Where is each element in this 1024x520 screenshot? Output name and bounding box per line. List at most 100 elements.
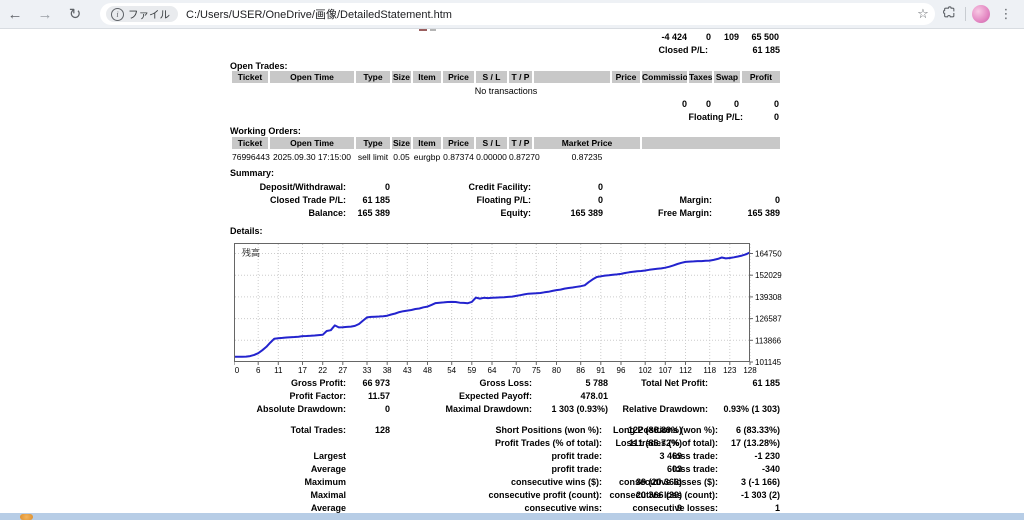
reload-icon[interactable]: ↻ bbox=[60, 0, 90, 28]
svg-text:112: 112 bbox=[679, 366, 692, 375]
svg-text:70: 70 bbox=[512, 366, 521, 375]
floating-pl-value: 0 bbox=[743, 112, 779, 122]
closed-pl-label: Closed P/L: bbox=[658, 45, 708, 55]
taskbar[interactable] bbox=[0, 513, 1024, 520]
extensions-icon[interactable] bbox=[939, 6, 959, 22]
file-scheme-chip[interactable]: i ファイル bbox=[106, 6, 178, 22]
file-scheme-label: ファイル bbox=[128, 7, 170, 22]
stat-label: Gross Loss: bbox=[479, 378, 532, 388]
credit-facility-label: Credit Facility: bbox=[468, 182, 531, 192]
svg-text:96: 96 bbox=[617, 366, 626, 375]
balance-chart: 0611172227333843485459647075808691961021… bbox=[234, 243, 782, 375]
closed-totals-row: -4 424 0 109 65 500 bbox=[230, 32, 782, 45]
svg-text:91: 91 bbox=[596, 366, 605, 375]
col-header-size: Size bbox=[392, 71, 411, 83]
stat-value: 603 bbox=[602, 464, 682, 474]
order-ticket: 76996443 bbox=[232, 151, 268, 163]
balance-label: Balance: bbox=[308, 208, 346, 218]
wo-col-size: Size bbox=[392, 137, 411, 149]
stat-value: 1 bbox=[718, 503, 780, 513]
col-header-tp: T / P bbox=[509, 71, 532, 83]
stat-label: Largest bbox=[313, 451, 346, 461]
svg-text:126587: 126587 bbox=[755, 315, 782, 324]
stat-label: Profit Trades (% of total): bbox=[495, 438, 602, 448]
order-open-time: 2025.09.30 17:15:00 bbox=[270, 151, 354, 163]
info-icon: i bbox=[111, 8, 124, 21]
wo-col-price: Price bbox=[443, 137, 474, 149]
col-header-type: Type bbox=[356, 71, 390, 83]
stat-value: 3 (-1 166) bbox=[718, 477, 780, 487]
closed-trade-pl-value: 61 185 bbox=[346, 195, 390, 205]
stat-value: 17 (13.28%) bbox=[718, 438, 780, 448]
order-tp: 0.87270 bbox=[509, 151, 532, 163]
svg-text:139308: 139308 bbox=[755, 293, 782, 302]
back-icon[interactable]: ← bbox=[0, 0, 30, 28]
stat-label: consecutive wins ($): bbox=[511, 477, 602, 487]
stat-value: -1 230 bbox=[718, 451, 780, 461]
wo-col-type: Type bbox=[356, 137, 390, 149]
open-total-swap: 0 bbox=[734, 99, 739, 109]
svg-text:75: 75 bbox=[532, 366, 541, 375]
open-trades-header: Ticket Open Time Type Size Item Price S … bbox=[230, 71, 782, 85]
address-bar[interactable]: i ファイル C:/Users/USER/OneDrive/画像/Detaile… bbox=[100, 3, 935, 25]
stat-value: 478.01 bbox=[532, 391, 608, 401]
stat-label: Average bbox=[311, 464, 346, 474]
stat-label: Total Trades: bbox=[291, 425, 346, 435]
stat-value: 0.93% (1 303) bbox=[708, 404, 780, 414]
deposit-withdrawal-label: Deposit/Withdrawal: bbox=[260, 182, 346, 192]
wo-col-ticket: Ticket bbox=[232, 137, 268, 149]
working-order-row: 76996443 2025.09.30 17:15:00 sell limit … bbox=[230, 151, 782, 165]
equity-label: Equity: bbox=[501, 208, 532, 218]
stat-value: 6 (83.33%) bbox=[718, 425, 780, 435]
wo-col-open-time: Open Time bbox=[270, 137, 354, 149]
bookmark-star-icon[interactable]: ☆ bbox=[913, 6, 933, 22]
open-trades-title: Open Trades: bbox=[230, 61, 288, 71]
open-trades-totals-row: 0 0 0 0 bbox=[230, 99, 782, 112]
stats-row: Profit Trades (% of total):111 (86.72%) … bbox=[230, 438, 782, 451]
svg-text:0: 0 bbox=[235, 366, 240, 375]
svg-text:43: 43 bbox=[403, 366, 412, 375]
margin-value: 0 bbox=[712, 195, 780, 205]
clipped-row-artifact bbox=[419, 29, 427, 31]
toolbar-right-icons: ☆ ⋮ bbox=[913, 0, 1024, 28]
url-text[interactable]: C:/Users/USER/OneDrive/画像/DetailedStatem… bbox=[186, 6, 452, 22]
col-header-swap: Swap bbox=[714, 71, 740, 83]
svg-text:11: 11 bbox=[274, 366, 283, 375]
stats-row: Profit Factor:11.57 Expected Payoff:478.… bbox=[230, 391, 782, 404]
stat-value: 0 bbox=[346, 404, 390, 414]
svg-text:64: 64 bbox=[488, 366, 497, 375]
no-transactions-note: No transactions bbox=[230, 86, 782, 96]
summary-title: Summary: bbox=[230, 168, 274, 178]
svg-text:86: 86 bbox=[576, 366, 585, 375]
order-item: eurgbp bbox=[413, 151, 441, 163]
closed-pl-row: Closed P/L:61 185 bbox=[230, 45, 782, 58]
balance-value: 165 389 bbox=[346, 208, 390, 218]
deposit-withdrawal-value: 0 bbox=[346, 182, 390, 192]
col-header-blank bbox=[534, 71, 610, 83]
open-total-taxes: 0 bbox=[706, 99, 711, 109]
svg-text:101145: 101145 bbox=[755, 358, 782, 367]
order-market-price: 0.87235 bbox=[534, 151, 640, 163]
profile-avatar[interactable] bbox=[972, 5, 990, 23]
stat-label: Maximum bbox=[304, 477, 346, 487]
clipped-row-artifact bbox=[430, 29, 436, 31]
col-header-price: Price bbox=[443, 71, 474, 83]
col-header-item: Item bbox=[413, 71, 441, 83]
chart-legend-balance: 残高 bbox=[242, 246, 260, 259]
forward-icon[interactable]: → bbox=[30, 0, 60, 28]
summary-row-1: Deposit/Withdrawal:0 Credit Facility:0 bbox=[230, 182, 782, 195]
summary-row-3: Balance:165 389 Equity:165 389 Free Marg… bbox=[230, 208, 782, 221]
summary-floating-pl-value: 0 bbox=[531, 195, 603, 205]
svg-text:59: 59 bbox=[467, 366, 476, 375]
wo-col-sl: S / L bbox=[476, 137, 507, 149]
col-header-commission: Commission bbox=[642, 71, 687, 83]
kebab-menu-icon[interactable]: ⋮ bbox=[996, 6, 1016, 22]
svg-text:164750: 164750 bbox=[755, 250, 782, 259]
open-total-profit: 0 bbox=[774, 99, 779, 109]
stat-value: 3 469 bbox=[602, 451, 682, 461]
toolbar-divider bbox=[965, 7, 966, 21]
wo-col-market-price: Market Price bbox=[534, 137, 640, 149]
stat-label: consecutive losses ($): bbox=[619, 477, 718, 487]
stat-value: 61 185 bbox=[708, 378, 780, 388]
open-total-commission: 0 bbox=[682, 99, 687, 109]
